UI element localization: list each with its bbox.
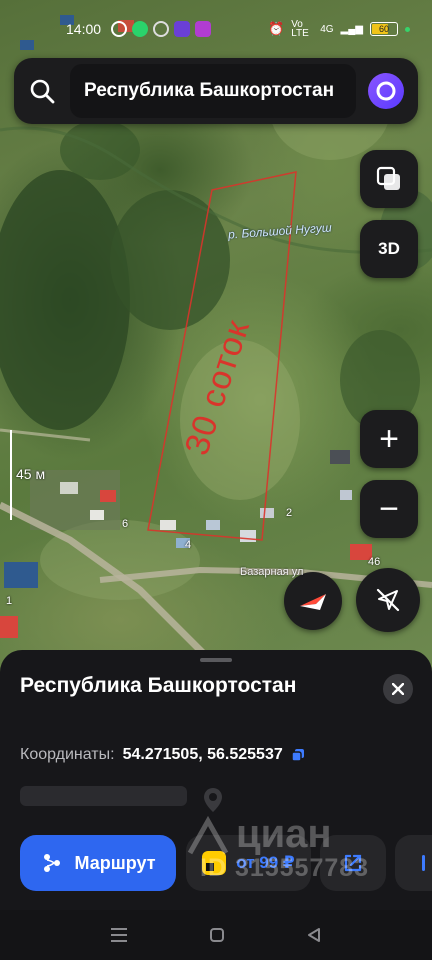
- share-icon: [344, 854, 362, 872]
- taxi-logo-icon: [202, 851, 227, 875]
- close-button[interactable]: [383, 674, 413, 704]
- status-right-group: ⏰ Vo LTE 4G ▂▄▆ 60: [268, 19, 410, 39]
- wb-app-icon: [195, 21, 212, 37]
- game-app-icon: [174, 21, 191, 37]
- search-input[interactable]: Республика Башкортостан: [70, 64, 356, 118]
- chat-app-icon: [132, 21, 149, 37]
- scale-bar: [10, 430, 12, 520]
- alice-voice-button[interactable]: [368, 73, 404, 109]
- coordinates-row: Координаты: 54.271505, 56.525537: [20, 746, 305, 764]
- zoom-in-button[interactable]: +: [360, 410, 418, 468]
- taxi-button[interactable]: от 99 ₽: [186, 835, 311, 891]
- pin-icon: [204, 788, 222, 812]
- signal-icon: ▂▄▆: [340, 23, 363, 35]
- house-number: 4: [185, 539, 192, 551]
- more-actions-button[interactable]: [395, 835, 432, 891]
- battery-icon: 60: [370, 22, 398, 36]
- zoom-out-button[interactable]: −: [360, 480, 418, 538]
- sheet-handle[interactable]: [200, 658, 232, 662]
- status-bar: 14:00 ⏰ Vo LTE 4G ▂▄▆ 60: [0, 14, 432, 44]
- share-button[interactable]: [320, 835, 386, 891]
- house-number: 46: [368, 556, 381, 568]
- house-number: 1: [6, 595, 13, 607]
- route-button[interactable]: Маршрут: [20, 835, 176, 891]
- alice-icon: [376, 81, 396, 101]
- recents-icon[interactable]: [110, 927, 128, 943]
- 3d-toggle-button[interactable]: 3D: [360, 220, 418, 278]
- network-label: 4G: [320, 23, 334, 35]
- close-icon: [392, 683, 404, 695]
- street-label: Базарная ул: [240, 566, 304, 578]
- wifi-app-icon: [153, 21, 170, 37]
- coordinates-label: Координаты:: [20, 746, 115, 763]
- place-title: Республика Башкортостан: [20, 674, 297, 697]
- loading-placeholder: [20, 786, 187, 806]
- location-off-button[interactable]: [356, 568, 420, 632]
- status-time: 14:00: [66, 21, 102, 37]
- place-card: Республика Башкортостан Координаты: 54.2…: [0, 650, 432, 910]
- more-icon: [422, 855, 425, 871]
- route-icon: [44, 854, 61, 872]
- scale-label: 45 м: [16, 466, 46, 482]
- navigation-off-icon: [376, 588, 400, 612]
- compass-icon: [300, 594, 326, 610]
- house-number: 6: [122, 518, 129, 530]
- system-nav-bar: [0, 910, 432, 960]
- search-icon[interactable]: [14, 58, 70, 124]
- taxi-price-label: от 99 ₽: [236, 853, 295, 872]
- house-number: 2: [286, 507, 293, 519]
- notification-icon: [111, 21, 128, 37]
- back-icon[interactable]: [306, 927, 322, 943]
- copy-icon[interactable]: [290, 748, 305, 762]
- layers-icon: [376, 166, 400, 190]
- battery-level: 60: [378, 24, 389, 34]
- volte-label: Vo LTE: [291, 19, 309, 39]
- coordinates-value: 54.271505, 56.525537: [122, 746, 283, 763]
- privacy-dot: [405, 26, 410, 32]
- route-label: Маршрут: [74, 852, 156, 873]
- layers-button[interactable]: [360, 150, 418, 208]
- search-bar: Республика Башкортостан: [14, 58, 418, 124]
- compass-button[interactable]: [284, 572, 342, 630]
- alarm-icon: ⏰: [268, 21, 285, 36]
- home-icon[interactable]: [209, 927, 225, 943]
